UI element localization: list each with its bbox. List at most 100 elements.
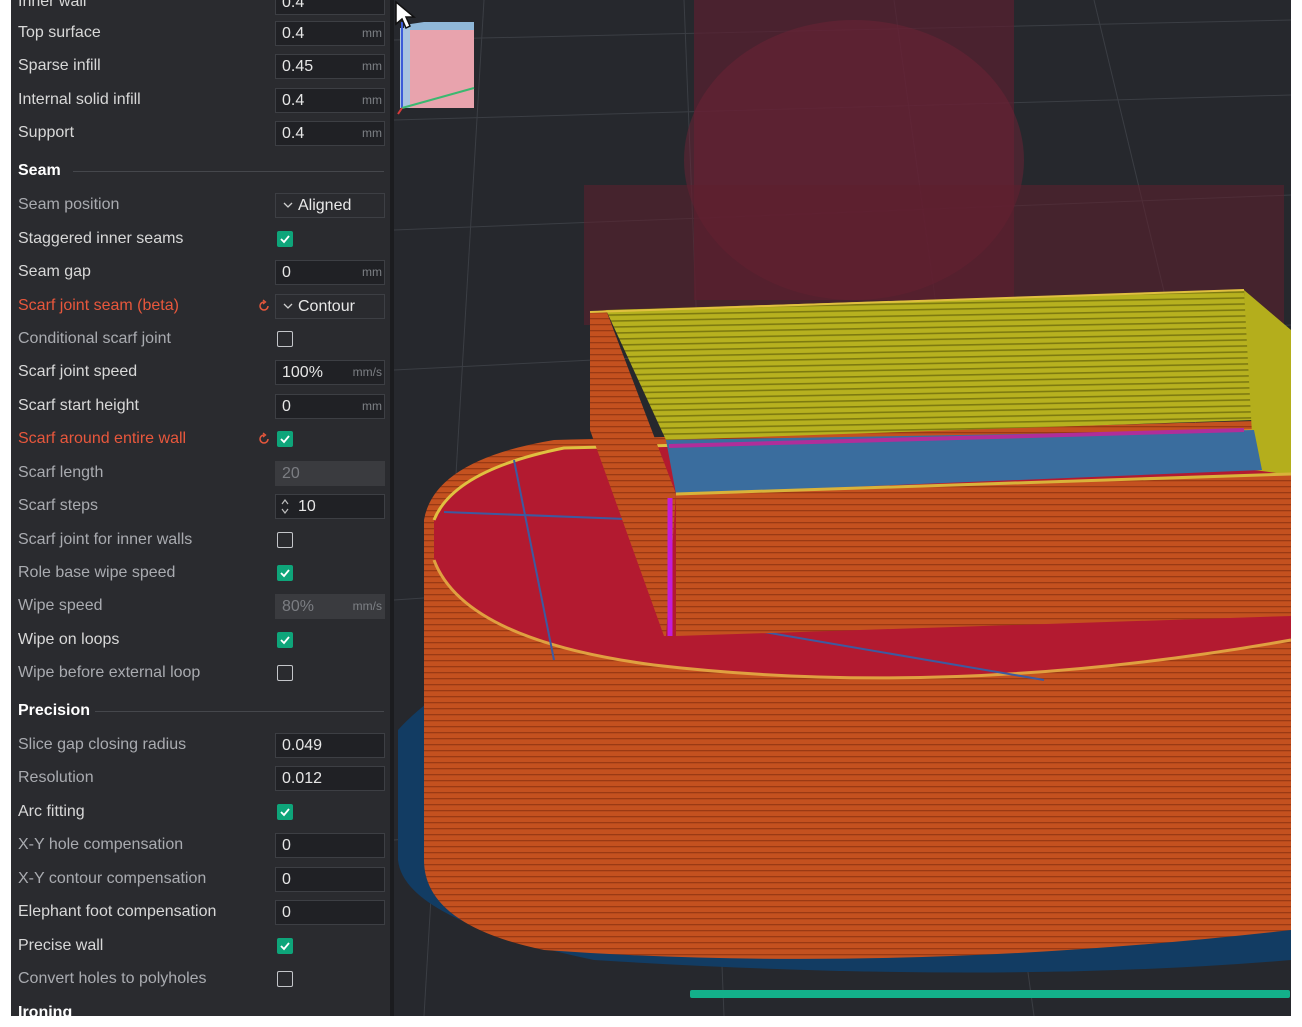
- row-label: X-Y hole compensation: [18, 836, 184, 853]
- row-label: Seam position: [18, 196, 120, 213]
- row-arc-fitting: Arc fitting: [11, 796, 390, 828]
- wipe-speed-input: 80% mm/s: [275, 594, 385, 619]
- chevron-down-icon: [283, 303, 293, 309]
- row-label: Scarf joint speed: [18, 363, 138, 380]
- row-label: Seam gap: [18, 263, 91, 280]
- row-internal-solid-infill: Internal solid infill 0.4 mm: [11, 84, 390, 116]
- polyholes-checkbox[interactable]: [277, 971, 293, 987]
- resolution-input[interactable]: 0.012: [275, 766, 385, 791]
- row-label: Scarf joint seam (beta): [18, 297, 179, 314]
- scarf-entire-wall-checkbox[interactable]: [277, 431, 293, 447]
- checkmark-icon: [280, 569, 290, 578]
- sparse-infill-width-input[interactable]: 0.45 mm: [275, 54, 385, 79]
- row-sparse-infill: Sparse infill 0.45 mm: [11, 50, 390, 82]
- row-conditional-scarf-joint: Conditional scarf joint: [11, 323, 390, 355]
- section-divider: [73, 171, 384, 172]
- row-label: Internal solid infill: [18, 91, 141, 108]
- staggered-seams-checkbox[interactable]: [277, 231, 293, 247]
- row-precise-wall: Precise wall: [11, 930, 390, 962]
- row-label: Role base wipe speed: [18, 564, 176, 581]
- section-header-ironing: Ironing: [18, 1004, 73, 1016]
- row-scarf-around-entire-wall: Scarf around entire wall: [11, 423, 390, 455]
- slice-gap-radius-input[interactable]: 0.049: [275, 733, 385, 758]
- row-elephant-foot-compensation: Elephant foot compensation 0: [11, 896, 390, 928]
- row-label: Conditional scarf joint: [18, 330, 171, 347]
- scarf-inner-walls-checkbox[interactable]: [277, 532, 293, 548]
- reset-icon[interactable]: [257, 432, 271, 446]
- xy-contour-compensation-input[interactable]: 0: [275, 867, 385, 892]
- row-label: Scarf steps: [18, 497, 99, 514]
- arc-fitting-checkbox[interactable]: [277, 804, 293, 820]
- checkmark-icon: [280, 235, 290, 244]
- checkmark-icon: [280, 942, 290, 951]
- row-scarf-joint-speed: Scarf joint speed 100% mm/s: [11, 356, 390, 388]
- row-xy-hole-compensation: X-Y hole compensation 0: [11, 829, 390, 861]
- row-seam-position: Seam position Aligned: [11, 189, 390, 221]
- checkmark-icon: [280, 435, 290, 444]
- slicing-progress-bar: [690, 990, 1290, 998]
- row-label: X-Y contour compensation: [18, 870, 207, 887]
- row-wipe-on-loops: Wipe on loops: [11, 624, 390, 656]
- section-header-precision: Precision: [11, 695, 390, 727]
- row-label: Support: [18, 124, 75, 141]
- scarf-length-input: 20: [275, 461, 385, 486]
- row-scarf-joint-seam: Scarf joint seam (beta) Contour: [11, 290, 390, 322]
- seam-position-select[interactable]: Aligned: [275, 193, 385, 218]
- row-role-base-wipe-speed: Role base wipe speed: [11, 557, 390, 589]
- row-label: Scarf joint for inner walls: [18, 531, 193, 548]
- spinner-arrows-icon[interactable]: [280, 497, 290, 516]
- row-wipe-speed: Wipe speed 80% mm/s: [11, 590, 390, 622]
- chevron-down-icon: [283, 202, 293, 208]
- inner-wall-width-input[interactable]: 0.4: [275, 0, 385, 15]
- row-convert-holes-to-polyholes: Convert holes to polyholes: [11, 963, 390, 995]
- row-label: Wipe on loops: [18, 631, 120, 648]
- xy-hole-compensation-input[interactable]: 0: [275, 833, 385, 858]
- scarf-start-height-input[interactable]: 0 mm: [275, 394, 385, 419]
- row-label: Arc fitting: [18, 803, 85, 820]
- scarf-steps-spinbox[interactable]: 10: [275, 494, 385, 519]
- sliced-model-preview: [394, 0, 1291, 1016]
- seam-gap-input[interactable]: 0 mm: [275, 260, 385, 285]
- reset-icon[interactable]: [257, 299, 271, 313]
- row-resolution: Resolution 0.012: [11, 762, 390, 794]
- row-wipe-before-external-loop: Wipe before external loop: [11, 657, 390, 689]
- section-header-seam: Seam: [11, 155, 390, 187]
- precise-wall-checkbox[interactable]: [277, 938, 293, 954]
- row-top-surface: Top surface 0.4 mm: [11, 17, 390, 49]
- row-label: Staggered inner seams: [18, 230, 184, 247]
- row-scarf-length: Scarf length 20: [11, 457, 390, 489]
- support-width-input[interactable]: 0.4 mm: [275, 121, 385, 146]
- scarf-joint-speed-input[interactable]: 100% mm/s: [275, 360, 385, 385]
- row-support: Support 0.4 mm: [11, 117, 390, 149]
- row-label: Slice gap closing radius: [18, 736, 187, 753]
- row-label: Wipe speed: [18, 597, 103, 614]
- row-label: Scarf length: [18, 464, 104, 481]
- row-label: Precise wall: [18, 937, 104, 954]
- row-scarf-steps: Scarf steps 10: [11, 490, 390, 522]
- row-label: Convert holes to polyholes: [18, 970, 207, 987]
- section-divider: [95, 711, 384, 712]
- row-label: Scarf around entire wall: [18, 430, 187, 447]
- row-label: Inner wall: [18, 0, 87, 10]
- checkmark-icon: [280, 808, 290, 817]
- row-label: Sparse infill: [18, 57, 101, 74]
- elephant-foot-input[interactable]: 0: [275, 900, 385, 925]
- conditional-scarf-checkbox[interactable]: [277, 331, 293, 347]
- internal-solid-infill-width-input[interactable]: 0.4 mm: [275, 88, 385, 113]
- row-xy-contour-compensation: X-Y contour compensation 0: [11, 863, 390, 895]
- cursor-arrow-icon: [395, 0, 416, 30]
- row-label: Wipe before external loop: [18, 664, 201, 681]
- checkmark-icon: [280, 636, 290, 645]
- row-label: Elephant foot compensation: [18, 903, 217, 920]
- row-staggered-inner-seams: Staggered inner seams: [11, 223, 390, 255]
- top-surface-width-input[interactable]: 0.4 mm: [275, 21, 385, 46]
- scarf-joint-seam-select[interactable]: Contour: [275, 294, 385, 319]
- row-seam-gap: Seam gap 0 mm: [11, 256, 390, 288]
- wipe-before-external-checkbox[interactable]: [277, 665, 293, 681]
- row-slice-gap-closing-radius: Slice gap closing radius 0.049: [11, 729, 390, 761]
- row-label: Top surface: [18, 24, 101, 41]
- settings-panel: Inner wall 0.4 Top surface 0.4 mm Sparse…: [11, 0, 390, 1016]
- wipe-on-loops-checkbox[interactable]: [277, 632, 293, 648]
- role-wipe-speed-checkbox[interactable]: [277, 565, 293, 581]
- 3d-preview-viewport[interactable]: [394, 0, 1291, 1016]
